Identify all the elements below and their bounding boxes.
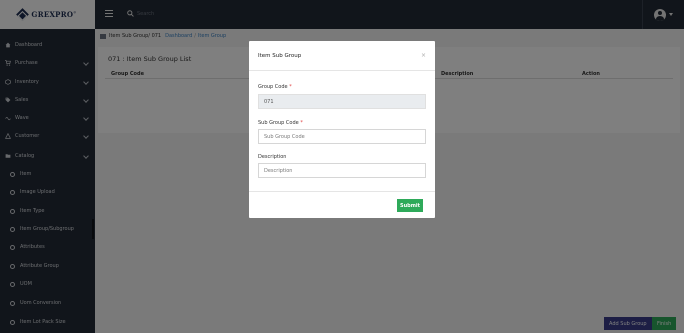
description-field[interactable] <box>258 163 426 178</box>
close-icon[interactable]: × <box>421 52 426 59</box>
modal-header: Item Sub Group × <box>249 41 435 71</box>
item-sub-group-modal: Item Sub Group × Group Code * Sub Group … <box>249 41 435 218</box>
sub-group-code-field[interactable] <box>258 129 426 144</box>
required-mark: * <box>289 84 292 90</box>
submit-button[interactable]: Submit <box>397 199 423 212</box>
modal-title: Item Sub Group <box>258 53 302 59</box>
required-mark: * <box>300 120 303 126</box>
group-code-label: Group Code * <box>258 84 292 90</box>
sub-group-code-label: Sub Group Code * <box>258 120 303 126</box>
description-label: Description <box>258 154 287 160</box>
modal-footer-divider <box>249 191 435 192</box>
group-code-field <box>258 94 426 109</box>
